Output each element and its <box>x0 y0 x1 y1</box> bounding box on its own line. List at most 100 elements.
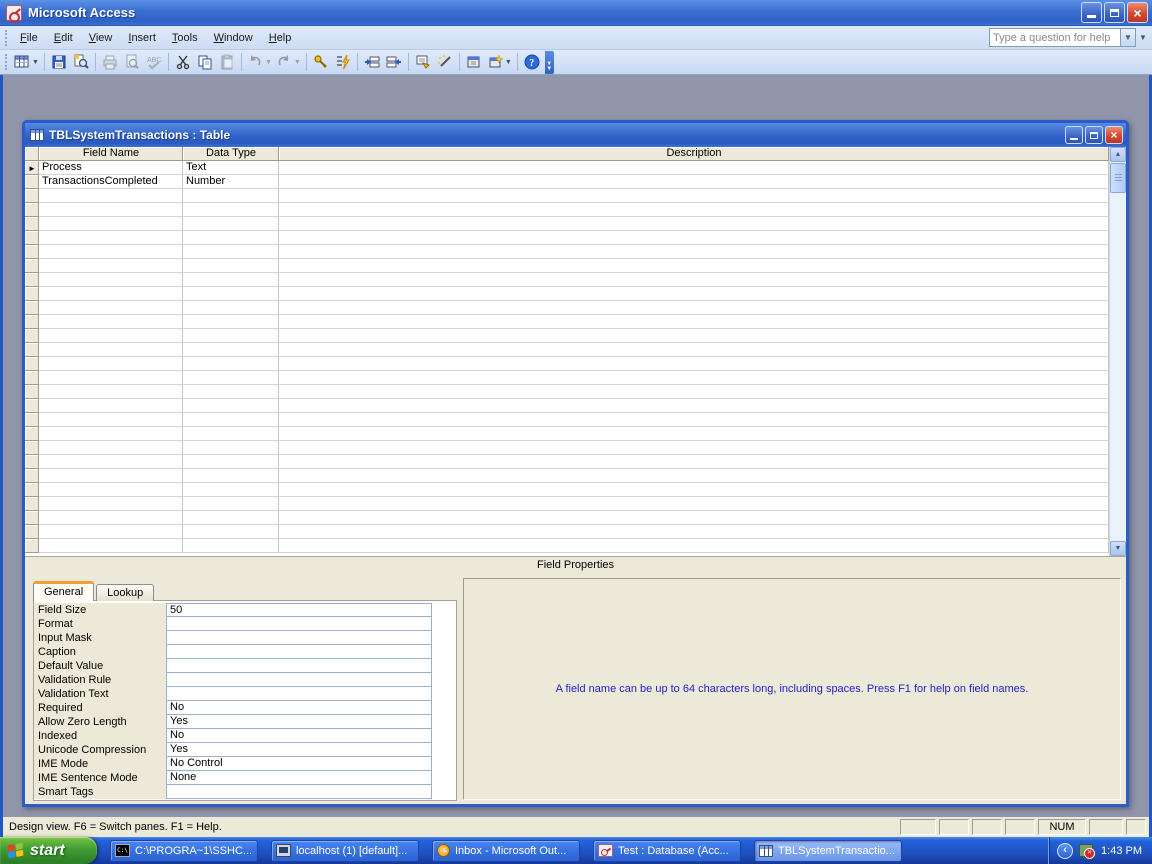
database-window-button[interactable] <box>463 52 485 73</box>
primary-key-button[interactable] <box>310 52 332 73</box>
table-row[interactable] <box>25 343 1109 357</box>
tray-status-icon[interactable] <box>1079 844 1093 857</box>
property-label[interactable]: Caption <box>34 645 166 659</box>
column-header-description[interactable]: Description <box>279 147 1109 161</box>
chevron-down-icon[interactable]: ▼ <box>1121 28 1136 47</box>
property-value[interactable] <box>166 672 432 687</box>
data-type-cell[interactable]: Text <box>183 161 279 175</box>
doc-maximize-button[interactable] <box>1085 126 1103 144</box>
property-value[interactable] <box>166 784 432 799</box>
table-row[interactable]: ► Process Text <box>25 161 1109 175</box>
scroll-down-icon[interactable]: ▼ <box>1110 541 1126 556</box>
menu-file[interactable]: File <box>12 28 46 48</box>
menu-help[interactable]: Help <box>261 28 300 48</box>
table-row[interactable] <box>25 231 1109 245</box>
taskbar-item-outlook-inbox[interactable]: Inbox - Microsoft Out... <box>432 840 580 862</box>
table-row[interactable] <box>25 399 1109 413</box>
property-label[interactable]: Indexed <box>34 729 166 743</box>
table-row[interactable] <box>25 455 1109 469</box>
view-button[interactable]: ▼ <box>12 52 41 73</box>
table-row[interactable] <box>25 511 1109 525</box>
row-selector[interactable] <box>25 539 39 553</box>
row-selector[interactable] <box>25 175 39 189</box>
toolbar-grip[interactable] <box>5 54 9 70</box>
property-value[interactable]: Yes <box>166 714 432 729</box>
row-selector[interactable] <box>25 525 39 539</box>
row-selector[interactable] <box>25 245 39 259</box>
file-search-button[interactable] <box>70 52 92 73</box>
select-all-cell[interactable] <box>25 147 39 161</box>
table-row[interactable] <box>25 371 1109 385</box>
table-row[interactable] <box>25 483 1109 497</box>
row-selector[interactable] <box>25 203 39 217</box>
row-selector[interactable] <box>25 231 39 245</box>
property-value[interactable]: No <box>166 700 432 715</box>
table-row[interactable] <box>25 427 1109 441</box>
property-label[interactable]: Required <box>34 701 166 715</box>
new-object-button[interactable]: ▼ <box>485 52 514 73</box>
cut-button[interactable] <box>172 52 194 73</box>
property-value[interactable]: No <box>166 728 432 743</box>
menu-view[interactable]: View <box>81 28 121 48</box>
start-button[interactable]: start <box>0 837 97 864</box>
property-label[interactable]: Format <box>34 617 166 631</box>
menu-window[interactable]: Window <box>206 28 261 48</box>
table-row[interactable] <box>25 287 1109 301</box>
taskbar-item-localhost[interactable]: localhost (1) [default]... <box>271 840 419 862</box>
minimize-button[interactable] <box>1081 2 1102 23</box>
row-selector[interactable] <box>25 301 39 315</box>
property-value[interactable] <box>166 644 432 659</box>
column-header-field-name[interactable]: Field Name <box>39 147 183 161</box>
row-selector[interactable] <box>25 483 39 497</box>
paste-button[interactable] <box>216 52 238 73</box>
tab-lookup[interactable]: Lookup <box>96 584 154 601</box>
menu-edit[interactable]: Edit <box>46 28 81 48</box>
property-label[interactable]: IME Mode <box>34 757 166 771</box>
row-selector[interactable] <box>25 273 39 287</box>
table-row[interactable] <box>25 217 1109 231</box>
row-selector[interactable] <box>25 329 39 343</box>
property-label[interactable]: Field Size <box>34 603 166 617</box>
menubar-grip[interactable] <box>5 30 9 46</box>
property-label[interactable]: Smart Tags <box>34 785 166 799</box>
row-selector[interactable] <box>25 385 39 399</box>
toolbar-options-handle[interactable]: ▼▼ <box>545 51 554 74</box>
table-row[interactable] <box>25 189 1109 203</box>
table-row[interactable] <box>25 539 1109 553</box>
table-row[interactable] <box>25 203 1109 217</box>
close-button[interactable]: × <box>1127 2 1148 23</box>
print-preview-button[interactable] <box>121 52 143 73</box>
row-selector[interactable] <box>25 497 39 511</box>
delete-rows-button[interactable] <box>383 52 405 73</box>
row-selector[interactable] <box>25 511 39 525</box>
row-selector[interactable] <box>25 371 39 385</box>
property-value[interactable] <box>166 686 432 701</box>
property-label[interactable]: Unicode Compression <box>34 743 166 757</box>
menu-tools[interactable]: Tools <box>164 28 206 48</box>
table-row[interactable] <box>25 259 1109 273</box>
table-row[interactable] <box>25 525 1109 539</box>
indexes-button[interactable] <box>332 52 354 73</box>
row-selector[interactable] <box>25 357 39 371</box>
property-value[interactable] <box>166 658 432 673</box>
vertical-scrollbar[interactable]: ▲ ▼ <box>1109 147 1126 556</box>
redo-button[interactable]: ▼ <box>274 52 303 73</box>
menu-insert[interactable]: Insert <box>120 28 164 48</box>
property-value[interactable]: Yes <box>166 742 432 757</box>
field-name-cell[interactable]: Process <box>39 161 183 175</box>
property-value[interactable]: 50 <box>166 603 432 617</box>
row-selector[interactable] <box>25 315 39 329</box>
table-row[interactable] <box>25 315 1109 329</box>
taskbar-item-command-prompt[interactable]: C:\ C:\PROGRA~1\SSHC... <box>110 840 258 862</box>
save-button[interactable] <box>48 52 70 73</box>
property-value[interactable] <box>166 616 432 631</box>
row-selector[interactable] <box>25 399 39 413</box>
undo-button[interactable]: ▼ <box>245 52 274 73</box>
taskbar-item-test-database[interactable]: Test : Database (Acc... <box>593 840 741 862</box>
current-row-indicator[interactable]: ► <box>25 161 39 175</box>
property-value[interactable]: No Control <box>166 756 432 771</box>
table-row[interactable] <box>25 329 1109 343</box>
property-label[interactable]: Input Mask <box>34 631 166 645</box>
menubar-options-icon[interactable]: ▼ <box>1136 33 1150 42</box>
restore-button[interactable] <box>1104 2 1125 23</box>
